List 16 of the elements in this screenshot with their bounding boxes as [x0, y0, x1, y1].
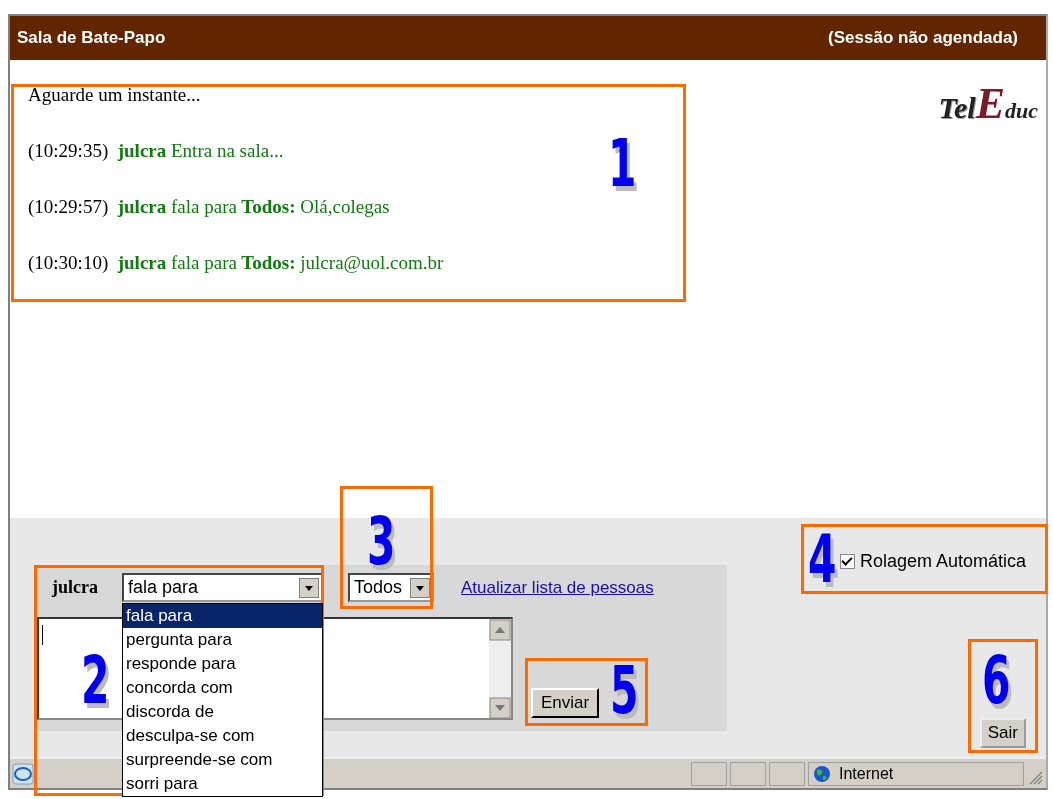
chat-message: (10:29:57) julcra fala para Todos: Olá,colegas	[28, 196, 391, 217]
annotation-number: 3	[367, 509, 396, 575]
user-name: julcra	[52, 577, 99, 598]
chat-message: (10:29:35) julcra Entra na sala...	[28, 140, 285, 161]
chat-message: (10:30:10) julcra fala para Todos: julcra@uol.com.br	[28, 252, 444, 273]
annotation-number: 5	[610, 658, 639, 724]
annotation-number: 1	[608, 131, 637, 197]
session-status: (Sessão não agendada)	[828, 28, 1018, 48]
window-title: Sala de Bate-Papo	[17, 28, 166, 48]
annotation-number: 4	[808, 527, 837, 593]
logo: TelEduc	[938, 78, 1038, 129]
chat-notice: Aguarde um instante...	[28, 84, 202, 105]
zone-label: Internet	[839, 764, 894, 783]
annotation-number: 2	[81, 648, 110, 714]
annotation-number: 6	[982, 648, 1011, 714]
checkbox-label: Rolagem Automática	[859, 551, 1026, 572]
